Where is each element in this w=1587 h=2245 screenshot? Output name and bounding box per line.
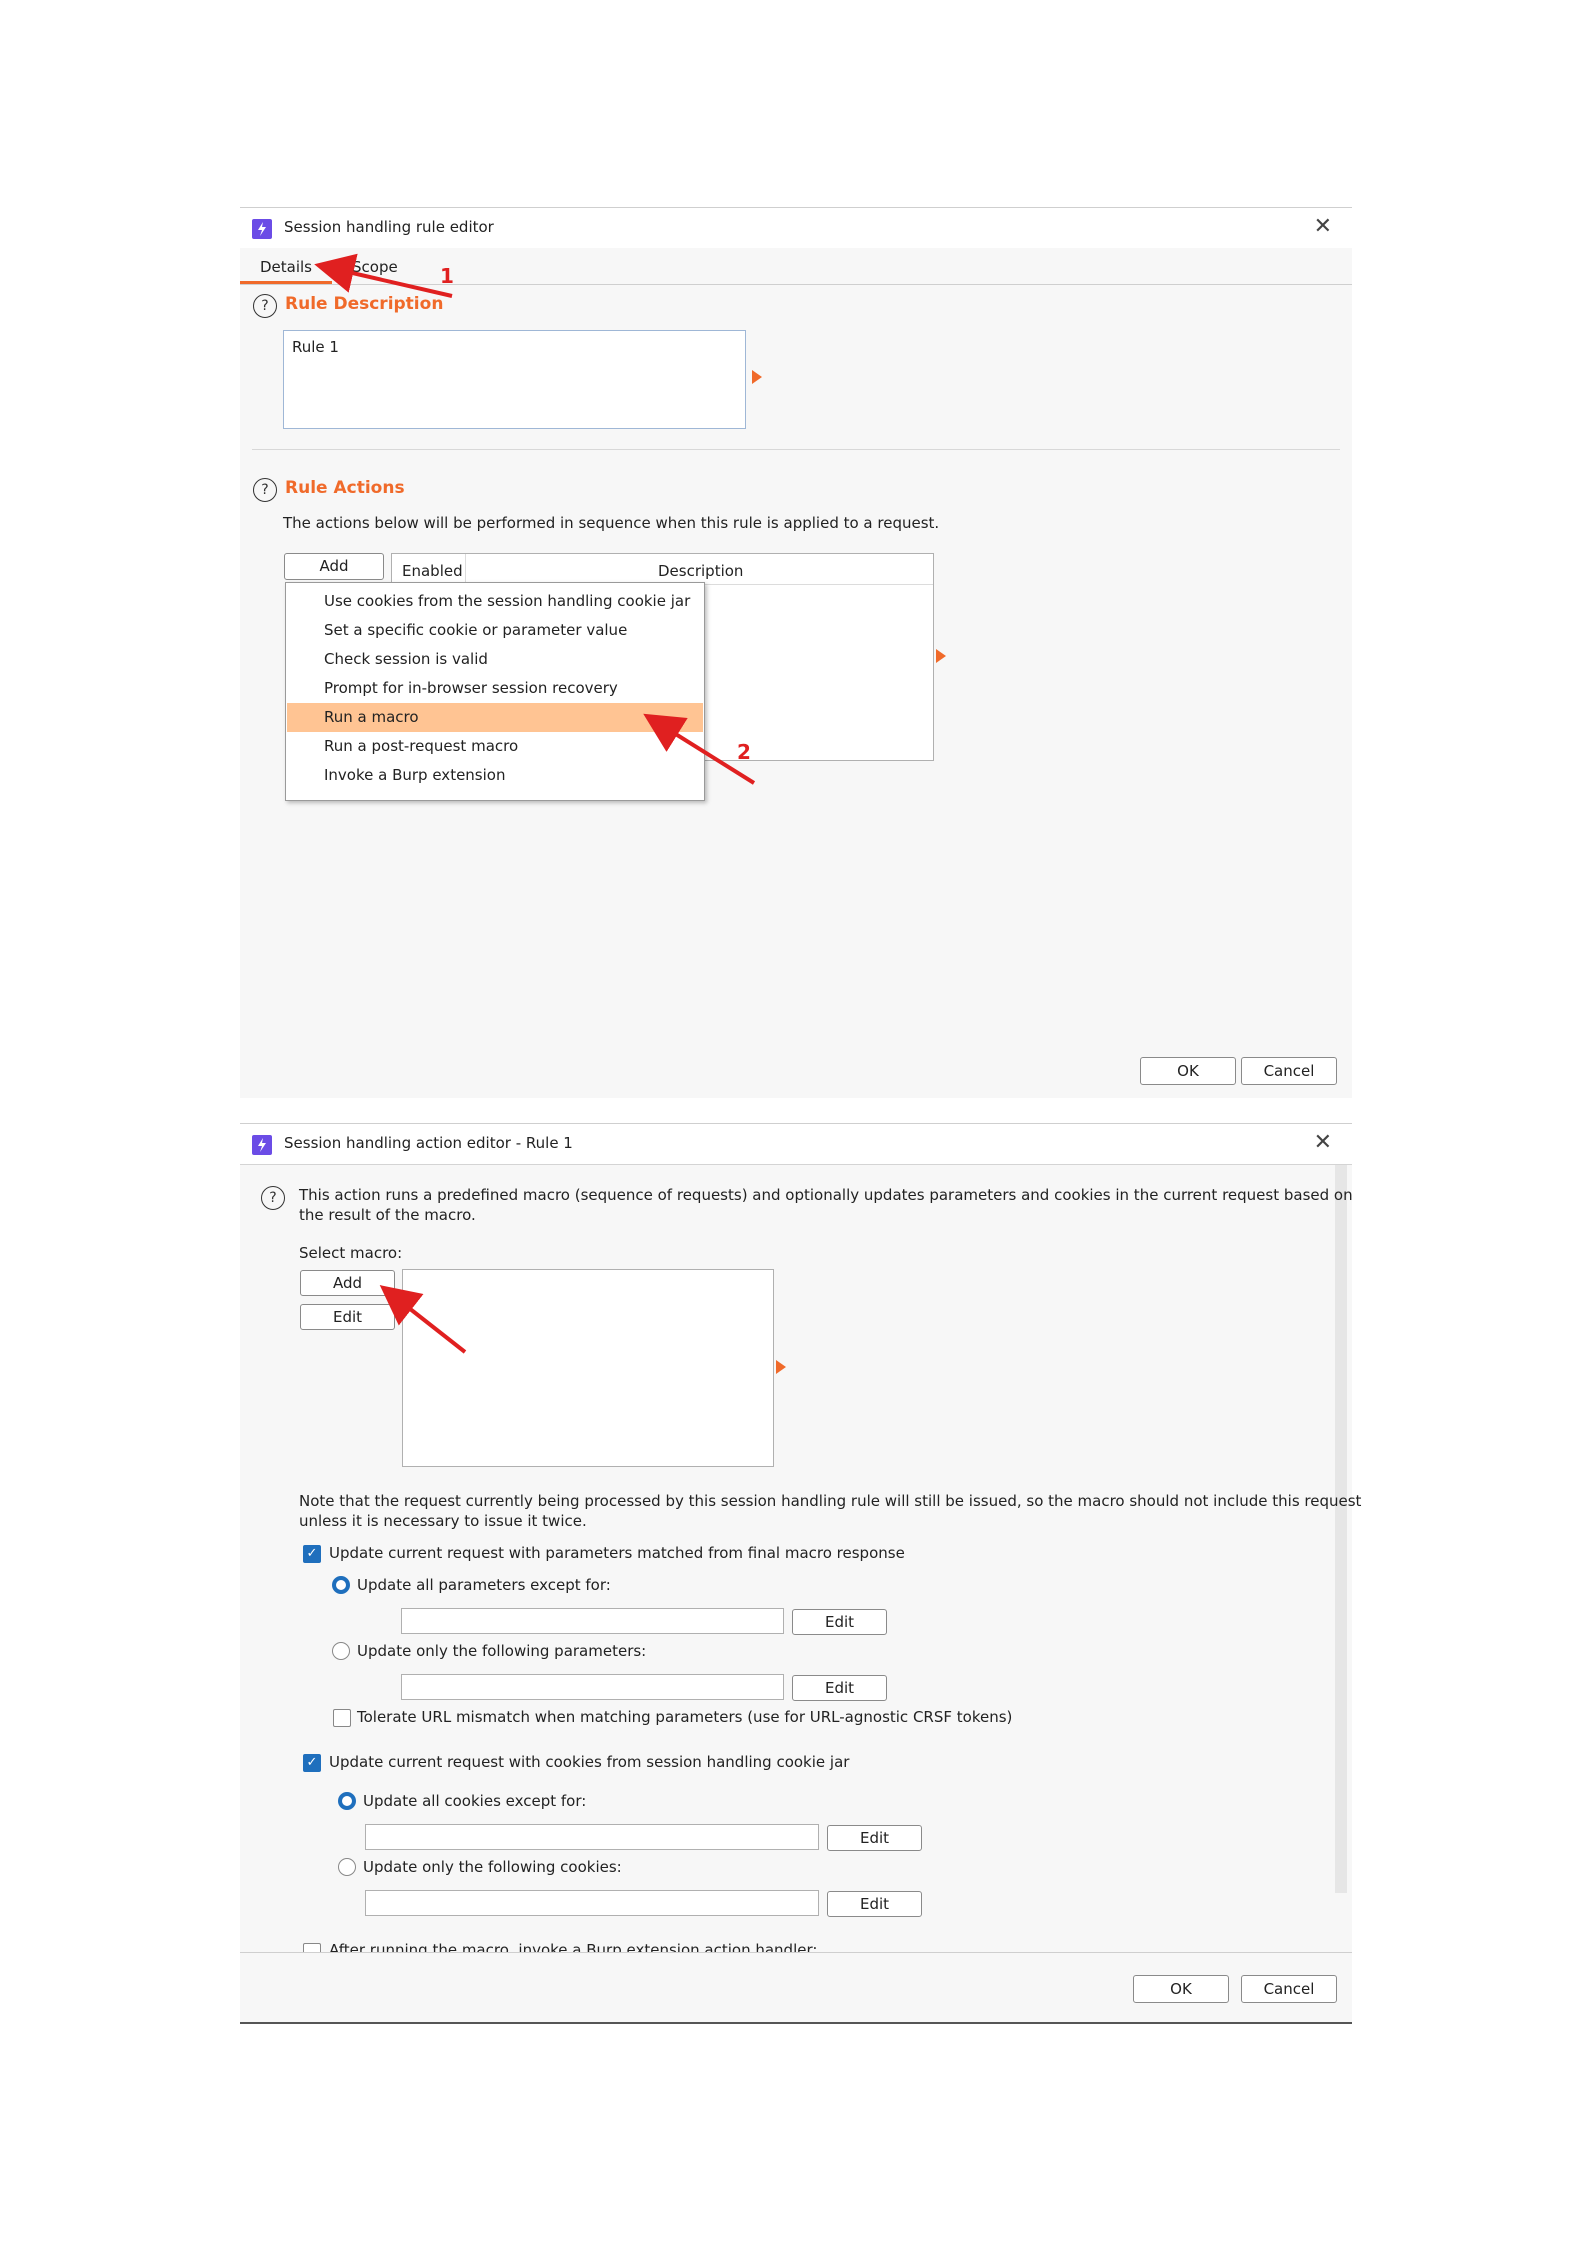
cookies-all-except-label: Update all cookies except for: bbox=[363, 1792, 587, 1810]
title-bar: Session handling action editor - Rule 1 … bbox=[240, 1124, 1352, 1165]
cookies-only-edit-button[interactable]: Edit bbox=[827, 1891, 922, 1917]
title-bar: Session handling rule editor ✕ bbox=[240, 208, 1352, 248]
params-all-except-label: Update all parameters except for: bbox=[357, 1576, 611, 1594]
ok-button[interactable]: OK bbox=[1140, 1057, 1236, 1085]
window-title: Session handling action editor - Rule 1 bbox=[284, 1134, 573, 1152]
add-macro-button[interactable]: Add bbox=[300, 1270, 395, 1296]
rule-description-input[interactable]: Rule 1 bbox=[283, 330, 746, 429]
window-title: Session handling rule editor bbox=[284, 218, 494, 236]
note-line1: Note that the request currently being pr… bbox=[299, 1492, 1362, 1510]
cookies-only-input[interactable] bbox=[365, 1890, 819, 1916]
annotation-step1-label: 1 bbox=[440, 264, 454, 288]
column-separator bbox=[465, 554, 466, 584]
tab-details[interactable]: Details bbox=[260, 258, 312, 276]
cookies-only-label: Update only the following cookies: bbox=[363, 1858, 622, 1876]
cancel-button[interactable]: Cancel bbox=[1241, 1975, 1337, 2003]
close-icon[interactable]: ✕ bbox=[1314, 1130, 1332, 1155]
params-only-input[interactable] bbox=[401, 1674, 784, 1700]
menu-item-prompt-recovery[interactable]: Prompt for in-browser session recovery bbox=[287, 674, 703, 703]
update-parameters-checkbox[interactable]: ✓ bbox=[303, 1545, 321, 1563]
edit-macro-button[interactable]: Edit bbox=[300, 1304, 395, 1330]
resize-handle-icon[interactable] bbox=[936, 649, 946, 663]
tab-scope[interactable]: Scope bbox=[352, 258, 398, 276]
help-icon[interactable]: ? bbox=[261, 1186, 285, 1210]
action-intro-line1: This action runs a predefined macro (seq… bbox=[299, 1186, 1353, 1204]
column-header-description[interactable]: Description bbox=[658, 562, 743, 580]
close-icon[interactable]: ✕ bbox=[1314, 214, 1332, 239]
update-parameters-label: Update current request with parameters m… bbox=[329, 1544, 905, 1562]
action-intro-line2: the result of the macro. bbox=[299, 1206, 476, 1224]
footer-divider bbox=[240, 1952, 1352, 1953]
rule-description-heading: Rule Description bbox=[285, 294, 444, 314]
params-only-edit-button[interactable]: Edit bbox=[792, 1675, 887, 1701]
params-all-except-radio[interactable] bbox=[332, 1576, 350, 1594]
tolerate-url-checkbox[interactable] bbox=[333, 1709, 351, 1727]
rule-description-value: Rule 1 bbox=[292, 338, 339, 356]
cookies-all-except-radio[interactable] bbox=[338, 1792, 356, 1810]
rule-actions-heading: Rule Actions bbox=[285, 478, 405, 498]
ok-button[interactable]: OK bbox=[1133, 1975, 1229, 2003]
burp-app-icon bbox=[252, 1135, 272, 1155]
after-running-label: After running the macro, invoke a Burp e… bbox=[329, 1941, 818, 1952]
tolerate-url-label: Tolerate URL mismatch when matching para… bbox=[357, 1708, 1013, 1726]
bottom-border bbox=[240, 2022, 1352, 2024]
menu-item-run-macro[interactable]: Run a macro bbox=[287, 703, 703, 732]
params-except-edit-button[interactable]: Edit bbox=[792, 1609, 887, 1635]
params-only-radio[interactable] bbox=[332, 1642, 350, 1660]
after-running-checkbox[interactable] bbox=[303, 1943, 321, 1952]
cookies-except-edit-button[interactable]: Edit bbox=[827, 1825, 922, 1851]
cancel-button[interactable]: Cancel bbox=[1241, 1057, 1337, 1085]
column-header-enabled[interactable]: Enabled bbox=[402, 562, 463, 580]
session-handling-rule-editor-window: Session handling rule editor ✕ Details S… bbox=[240, 207, 1352, 1098]
annotation-step2-label: 2 bbox=[737, 740, 751, 764]
resize-handle-icon[interactable] bbox=[752, 370, 762, 384]
tab-details-underline bbox=[240, 281, 332, 284]
help-icon[interactable]: ? bbox=[253, 478, 277, 502]
table-header: Enabled Description bbox=[392, 554, 933, 585]
scrollbar-track[interactable] bbox=[1335, 1165, 1347, 1893]
menu-item-set-cookie[interactable]: Set a specific cookie or parameter value bbox=[287, 616, 703, 645]
tab-bar: Details Scope bbox=[240, 248, 1352, 285]
update-cookies-label: Update current request with cookies from… bbox=[329, 1753, 850, 1771]
session-handling-action-editor-window: Session handling action editor - Rule 1 … bbox=[240, 1123, 1361, 2024]
menu-item-use-cookies[interactable]: Use cookies from the session handling co… bbox=[287, 587, 703, 616]
help-icon[interactable]: ? bbox=[253, 294, 277, 318]
cookies-only-radio[interactable] bbox=[338, 1858, 356, 1876]
add-action-button[interactable]: Add bbox=[284, 553, 384, 580]
update-cookies-checkbox[interactable]: ✓ bbox=[303, 1754, 321, 1772]
menu-item-invoke-extension[interactable]: Invoke a Burp extension bbox=[287, 761, 703, 790]
resize-handle-icon[interactable] bbox=[776, 1360, 786, 1374]
add-action-menu: Use cookies from the session handling co… bbox=[285, 582, 705, 801]
macro-list[interactable] bbox=[402, 1269, 774, 1467]
menu-item-run-post-request-macro[interactable]: Run a post-request macro bbox=[287, 732, 703, 761]
params-except-input[interactable] bbox=[401, 1608, 784, 1634]
burp-app-icon bbox=[252, 219, 272, 239]
note-line2: unless it is necessary to issue it twice… bbox=[299, 1512, 587, 1530]
cookies-except-input[interactable] bbox=[365, 1824, 819, 1850]
menu-item-check-session[interactable]: Check session is valid bbox=[287, 645, 703, 674]
rule-actions-intro: The actions below will be performed in s… bbox=[283, 514, 940, 532]
select-macro-label: Select macro: bbox=[299, 1244, 403, 1262]
clipped-row: After running the macro, invoke a Burp e… bbox=[240, 1940, 1352, 1952]
divider bbox=[252, 449, 1340, 450]
params-only-label: Update only the following parameters: bbox=[357, 1642, 647, 1660]
